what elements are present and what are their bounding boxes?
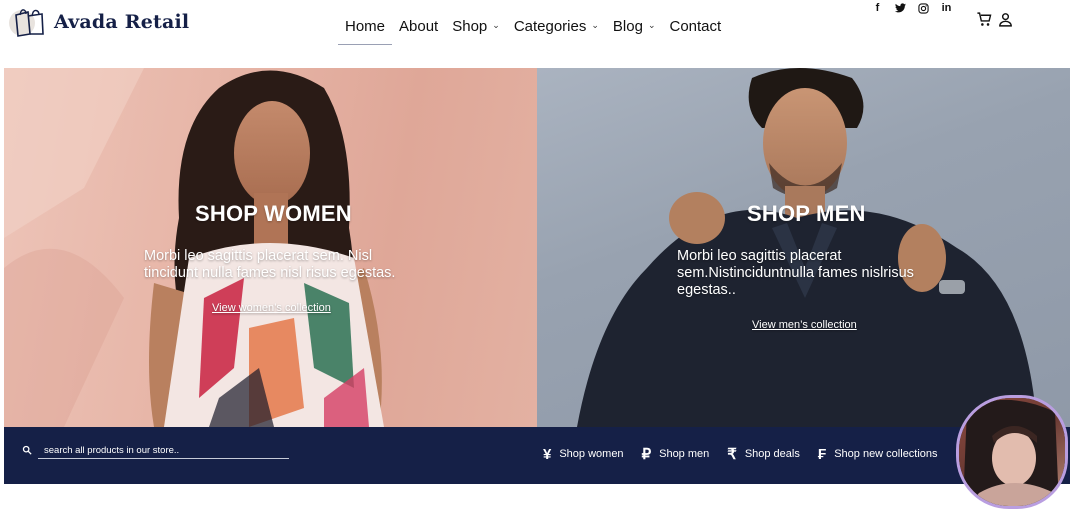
nav-item-shop[interactable]: Shop ⌄ (445, 16, 507, 45)
shop-women-title: SHOP WOMEN (195, 201, 352, 226)
chevron-down-icon: ⌄ (591, 20, 599, 30)
shop-women-panel[interactable]: SHOP WOMEN Morbi leo sagittis placerat s… (4, 68, 537, 427)
yen-icon: ¥ (543, 445, 552, 463)
search-input[interactable] (38, 443, 289, 459)
shop-men-title: SHOP MEN (747, 201, 866, 226)
site-header: Avada Retail Home About Shop ⌄ Categorie… (0, 0, 1080, 68)
description-line: Morbi leo sagittis placerat sem. Nisl (144, 248, 373, 264)
shop-men-link[interactable]: ₽ Shop men (642, 445, 710, 463)
chat-avatar[interactable] (959, 398, 1065, 506)
shop-women-link[interactable]: ¥ Shop women (543, 446, 624, 463)
shop-link-label: Shop men (659, 448, 710, 460)
shop-new-collections-link[interactable]: ₣ Shop new collections (818, 446, 938, 463)
shop-link-label: Shop new collections (834, 448, 938, 460)
nav-item-label: Contact (669, 18, 722, 35)
nav-item-label: About (399, 18, 439, 35)
instagram-icon[interactable] (912, 2, 935, 14)
description-line: Morbi leo sagittis placerat (677, 248, 842, 264)
brand-name: Avada Retail (54, 11, 190, 33)
nav-item-label: Shop (452, 18, 488, 35)
nav-item-home[interactable]: Home (338, 16, 393, 45)
view-mens-collection-link[interactable]: View men’s collection (752, 319, 857, 331)
facebook-icon[interactable]: f (866, 2, 889, 14)
shop-bar: ¥ Shop women ₽ Shop men ₹ Shop deals ₣ S… (4, 427, 1070, 484)
description-line: tincidunt nulla fames nisl risus egestas… (144, 265, 396, 281)
shop-men-description: Morbi leo sagittis placerat sem.Nistinci… (677, 248, 914, 299)
search-icon[interactable] (22, 442, 32, 460)
user-icon[interactable] (997, 11, 1014, 28)
nav-item-label: Categories (513, 18, 587, 35)
shop-men-panel[interactable]: SHOP MEN Morbi leo sagittis placerat sem… (537, 68, 1070, 427)
shopping-bags-icon (8, 6, 48, 38)
nav-item-contact[interactable]: Contact (662, 16, 728, 45)
header-utility (976, 11, 1014, 28)
nav-item-blog[interactable]: Blog ⌄ (606, 16, 663, 45)
twitter-icon[interactable] (889, 2, 912, 14)
nav-item-about[interactable]: About (392, 16, 445, 45)
nav-item-categories[interactable]: Categories ⌄ (507, 16, 606, 45)
shop-link-label: Shop deals (744, 448, 800, 460)
hero-section: SHOP WOMEN Morbi leo sagittis placerat s… (4, 68, 1070, 427)
store-search (22, 442, 289, 460)
rupee-icon: ₹ (727, 446, 737, 463)
chevron-down-icon: ⌄ (647, 20, 656, 30)
franc-icon: ₣ (817, 445, 827, 463)
nav-item-label: Home (345, 18, 386, 35)
linkedin-icon[interactable]: in (935, 2, 958, 14)
shop-link-label: Shop women (559, 448, 624, 460)
shop-deals-link[interactable]: ₹ Shop deals (727, 445, 800, 463)
description-line: sem.Nistinciduntnulla fames nislrisus (677, 265, 914, 281)
view-womens-collection-link[interactable]: View women’s collection (212, 302, 331, 314)
shop-quick-links: ¥ Shop women ₽ Shop men ₹ Shop deals ₣ S… (543, 445, 956, 464)
nav-item-label: Blog (612, 18, 643, 35)
chevron-down-icon: ⌄ (492, 20, 500, 30)
description-line: egestas.. (677, 282, 736, 298)
shop-women-description: Morbi leo sagittis placerat sem. Nisl ti… (144, 248, 395, 282)
ruble-icon: ₽ (641, 446, 652, 463)
main-nav: Home About Shop ⌄ Categories ⌄ Blog ⌄ Co… (338, 16, 728, 45)
social-links: f in (866, 2, 958, 14)
cart-icon[interactable] (976, 11, 993, 28)
site-logo[interactable]: Avada Retail (8, 6, 189, 38)
